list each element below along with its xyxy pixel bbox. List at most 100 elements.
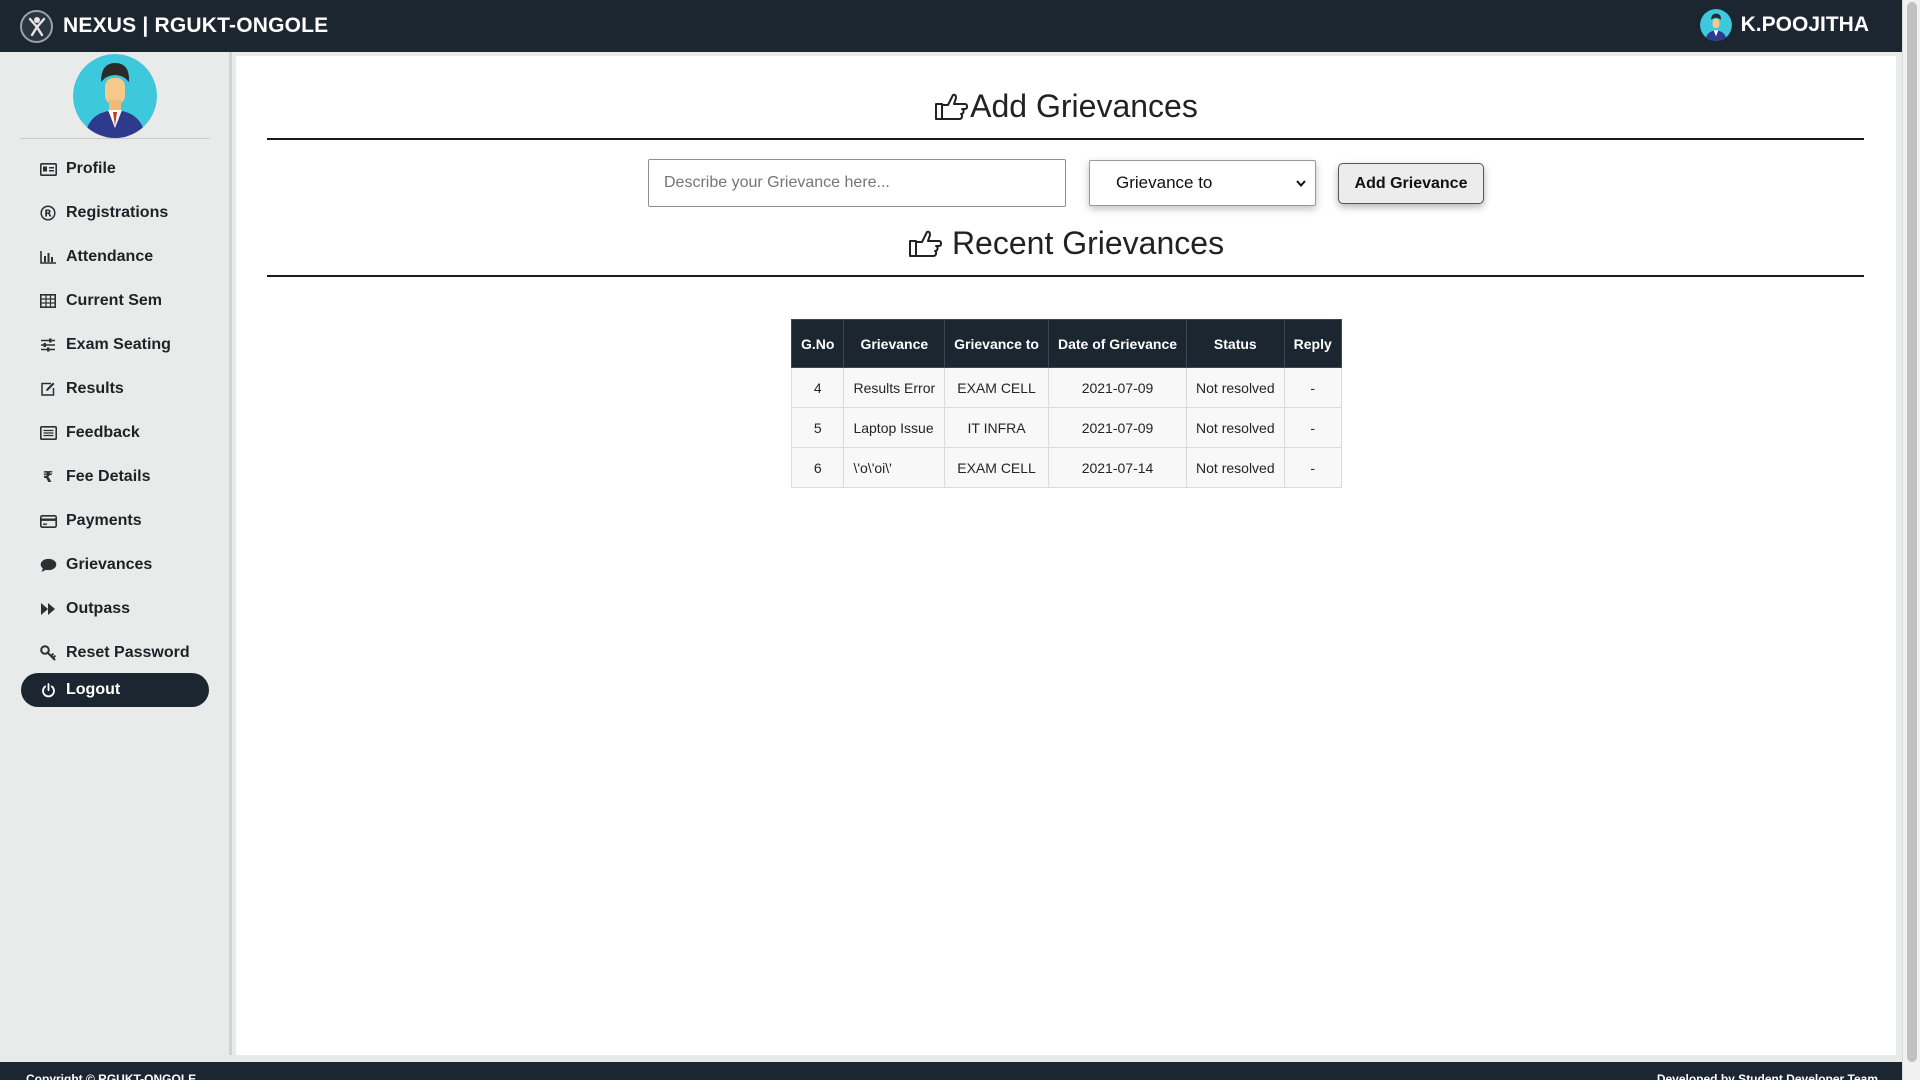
- hand-pointer-icon: [934, 92, 969, 122]
- table-row: 4 Results Error EXAM CELL 2021-07-09 Not…: [790, 367, 1342, 408]
- grievance-description-input[interactable]: [648, 159, 1066, 207]
- main-content: Add Grievances Grievance to Add Grievanc…: [236, 56, 1896, 1055]
- sidebar-item-exam-seating[interactable]: Exam Seating: [0, 323, 229, 367]
- table-cell: 4: [790, 367, 845, 408]
- logout-label: Logout: [66, 681, 121, 698]
- sidebar-item-label: Exam Seating: [66, 336, 171, 353]
- grievance-to-select[interactable]: Grievance to: [1089, 160, 1316, 206]
- sidebar: Profile R Registrations Attendance Curre…: [0, 52, 232, 1055]
- fast-forward-icon: [39, 600, 57, 618]
- bar-chart-icon: [39, 248, 57, 266]
- svg-text:R: R: [44, 209, 52, 220]
- hand-pointer-icon: [908, 229, 942, 259]
- add-grievances-title: Add Grievances: [970, 88, 1198, 124]
- top-navbar: NEXUS | RGUKT-ONGOLE K.POOJITHA: [0, 0, 1902, 52]
- credit-card-icon: [39, 512, 57, 530]
- sidebar-item-label: Outpass: [66, 600, 131, 617]
- table-icon: [39, 292, 57, 310]
- footer: Copyright © RGUKT-ONGOLE Developed by St…: [0, 1062, 1902, 1080]
- table-cell: IT INFRA: [944, 407, 1049, 448]
- sidebar-item-label: Profile: [66, 160, 116, 177]
- table-cell: 5: [790, 407, 845, 448]
- edit-icon: [39, 380, 57, 398]
- sidebar-item-label: Results: [66, 380, 124, 397]
- id-card-icon: [39, 160, 57, 178]
- sidebar-item-label: Grievances: [66, 556, 153, 573]
- sidebar-item-label: Feedback: [66, 424, 140, 441]
- column-header: Grievance to: [944, 319, 1049, 368]
- sidebar-item-registrations[interactable]: R Registrations: [0, 191, 229, 235]
- user-menu[interactable]: K.POOJITHA: [1699, 9, 1869, 41]
- sidebar-item-reset-password[interactable]: Reset Password: [0, 631, 229, 675]
- sidebar-item-label: Current Sem: [66, 292, 163, 309]
- table-cell: -: [1283, 367, 1342, 408]
- sidebar-item-current-sem[interactable]: Current Sem: [0, 279, 229, 323]
- column-header: Date of Grievance: [1047, 319, 1188, 368]
- sidebar-item-feedback[interactable]: Feedback: [0, 411, 229, 455]
- recent-grievances-heading: Recent Grievances: [236, 225, 1896, 262]
- sliders-icon: [39, 336, 57, 354]
- scrollbar-thumb[interactable]: [1907, 2, 1917, 1062]
- list-alt-icon: [39, 424, 57, 442]
- table-cell: \'o\'oi\': [843, 447, 946, 488]
- sidebar-item-results[interactable]: Results: [0, 367, 229, 411]
- recent-grievances-title: Recent Grievances: [951, 225, 1225, 261]
- table-cell: -: [1283, 447, 1342, 488]
- table-cell: Not resolved: [1186, 407, 1285, 448]
- brand-title: NEXUS | RGUKT-ONGOLE: [63, 14, 329, 37]
- sidebar-item-payments[interactable]: Payments: [0, 499, 229, 543]
- footer-credits: Developed by Student Developer Team: [1656, 1072, 1878, 1080]
- sidebar-nav: Profile R Registrations Attendance Curre…: [0, 147, 229, 675]
- key-icon: [39, 644, 57, 662]
- rupee-icon: ₹: [42, 469, 54, 486]
- table-cell: Laptop Issue: [843, 407, 946, 448]
- add-grievance-button[interactable]: Add Grievance: [1338, 163, 1484, 204]
- profile-avatar: [72, 54, 157, 138]
- table-cell: Not resolved: [1186, 447, 1285, 488]
- profile-avatar-wrap: [0, 52, 229, 138]
- sidebar-item-profile[interactable]: Profile: [0, 147, 229, 191]
- heading-divider: [267, 138, 1864, 140]
- table-cell: EXAM CELL: [944, 367, 1049, 408]
- table-cell: -: [1283, 407, 1342, 448]
- comment-icon: [39, 556, 57, 574]
- sidebar-item-label: Attendance: [66, 248, 154, 265]
- sidebar-item-label: Fee Details: [66, 468, 151, 485]
- table-cell: 6: [790, 447, 845, 488]
- chevron-down-icon: [1296, 180, 1306, 188]
- sidebar-item-label: Registrations: [66, 204, 169, 221]
- grievances-table: G.No Grievance Grievance to Date of Grie…: [790, 319, 1342, 488]
- table-cell: 2021-07-09: [1047, 367, 1188, 408]
- logout-button[interactable]: Logout: [21, 673, 209, 707]
- sidebar-item-attendance[interactable]: Attendance: [0, 235, 229, 279]
- registered-icon: R: [39, 204, 57, 222]
- brand[interactable]: NEXUS | RGUKT-ONGOLE: [20, 9, 329, 43]
- sidebar-item-fee-details[interactable]: ₹ Fee Details: [0, 455, 229, 499]
- table-cell: 2021-07-14: [1047, 447, 1188, 488]
- column-header: Status: [1186, 319, 1285, 368]
- sidebar-item-label: Reset Password: [66, 644, 190, 661]
- table-header-row: G.No Grievance Grievance to Date of Grie…: [790, 319, 1342, 368]
- column-header: Reply: [1283, 319, 1342, 368]
- table-cell: 2021-07-09: [1047, 407, 1188, 448]
- sidebar-item-grievances[interactable]: Grievances: [0, 543, 229, 587]
- sidebar-item-outpass[interactable]: Outpass: [0, 587, 229, 631]
- table-cell: EXAM CELL: [944, 447, 1049, 488]
- column-header: G.No: [790, 319, 845, 368]
- user-name: K.POOJITHA: [1740, 13, 1869, 36]
- table-cell: Results Error: [843, 367, 946, 408]
- table-cell: Not resolved: [1186, 367, 1285, 408]
- grievance-to-selected: Grievance to: [1116, 173, 1213, 192]
- power-icon: [39, 681, 57, 699]
- sidebar-item-label: Payments: [66, 512, 142, 529]
- heading-divider: [267, 275, 1864, 277]
- user-avatar-icon: [1699, 9, 1732, 41]
- nexus-logo-icon: [20, 9, 53, 43]
- add-grievances-heading: Add Grievances: [236, 88, 1896, 125]
- footer-copyright: Copyright © RGUKT-ONGOLE: [26, 1072, 197, 1080]
- column-header: Grievance: [843, 319, 946, 368]
- sidebar-divider: [19, 138, 210, 139]
- table-row: 6 \'o\'oi\' EXAM CELL 2021-07-14 Not res…: [790, 447, 1342, 488]
- page-scrollbar[interactable]: [1902, 0, 1920, 1080]
- table-row: 5 Laptop Issue IT INFRA 2021-07-09 Not r…: [790, 407, 1342, 448]
